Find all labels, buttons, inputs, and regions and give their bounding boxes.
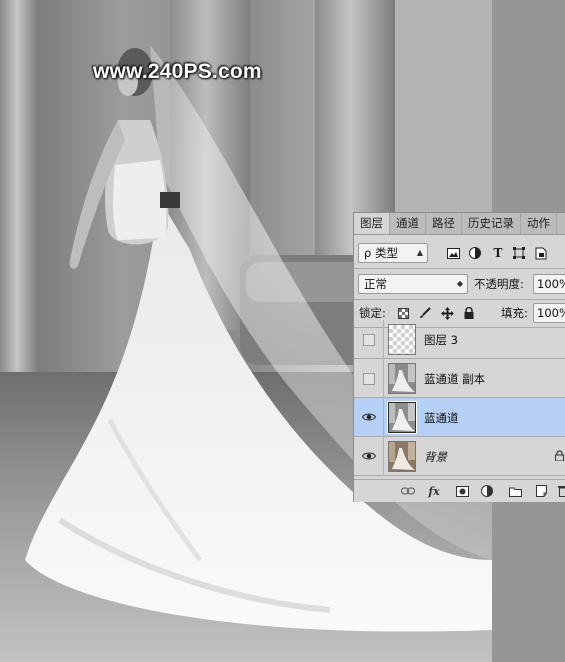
- layers-bottom-bar: fx: [354, 479, 565, 502]
- tab-channels[interactable]: 通道: [390, 213, 426, 234]
- layer-thumbnail: [387, 401, 417, 434]
- divider: [354, 268, 565, 269]
- visibility-toggle[interactable]: [354, 398, 384, 437]
- fill-label: 填充:: [501, 306, 528, 320]
- layer-row-blue-channel[interactable]: 蓝通道: [354, 398, 565, 437]
- lock-transparent-icon[interactable]: [396, 306, 410, 320]
- layer-thumbnail: [388, 363, 416, 394]
- layer-row-layer-3[interactable]: 图层 3: [354, 320, 565, 359]
- layer-filter-select[interactable]: ρ 类型 ▲: [358, 243, 428, 263]
- layer-thumbnail: [388, 324, 416, 355]
- link-layers-icon[interactable]: [401, 484, 415, 498]
- delete-layer-icon[interactable]: [556, 484, 565, 498]
- visibility-toggle[interactable]: [354, 437, 384, 476]
- lock-label: 锁定:: [359, 306, 386, 320]
- new-layer-icon[interactable]: [534, 484, 548, 498]
- tab-paths[interactable]: 路径: [426, 213, 462, 234]
- layer-name: 蓝通道 副本: [424, 372, 486, 386]
- add-mask-icon[interactable]: [455, 484, 469, 498]
- opacity-label: 不透明度:: [474, 277, 524, 291]
- smart-object-filter-icon[interactable]: [534, 246, 548, 260]
- blend-mode-value: 正常: [364, 277, 387, 291]
- visibility-toggle[interactable]: [354, 359, 384, 398]
- lock-icon: [555, 450, 564, 461]
- adjustment-filter-icon[interactable]: [468, 246, 482, 260]
- visibility-toggle[interactable]: [354, 320, 384, 359]
- chevron-updown-icon: ▲: [416, 248, 423, 257]
- layer-row-background[interactable]: 背景: [354, 437, 565, 476]
- fx-icon[interactable]: fx: [427, 484, 441, 498]
- layers-panel: 图层 通道 路径 历史记录 动作 ρ 类型 ▲ T 正常 ◆ 不透明度: 100…: [353, 212, 565, 502]
- lock-paint-icon[interactable]: [418, 306, 432, 320]
- chevron-updown-icon: ◆: [456, 279, 463, 288]
- eye-icon: [362, 413, 376, 421]
- layer-row-blue-channel-copy[interactable]: 蓝通道 副本: [354, 359, 565, 398]
- new-group-icon[interactable]: [508, 484, 522, 498]
- lock-move-icon[interactable]: [440, 306, 454, 320]
- visibility-off-box: [363, 334, 375, 346]
- tab-history[interactable]: 历史记录: [462, 213, 521, 234]
- layer-name: 背景: [424, 450, 447, 464]
- layer-thumbnail: [388, 441, 416, 472]
- tab-actions[interactable]: 动作: [521, 213, 557, 234]
- filter-label: ρ 类型: [364, 246, 398, 260]
- tab-layers[interactable]: 图层: [354, 213, 390, 234]
- new-adjustment-icon[interactable]: [480, 484, 494, 498]
- eye-icon: [362, 452, 376, 460]
- watermark-text: www.240PS.com: [93, 60, 262, 83]
- type-filter-icon[interactable]: T: [491, 246, 505, 260]
- divider: [354, 299, 565, 300]
- panel-tabs: 图层 通道 路径 历史记录 动作: [354, 213, 565, 235]
- photoshop-workspace: www.240PS.com 图层 通道 路径 历史记录 动作 ρ 类型 ▲ T: [0, 0, 565, 662]
- layer-name: 图层 3: [424, 333, 458, 347]
- blend-mode-select[interactable]: 正常 ◆: [358, 274, 468, 294]
- image-filter-icon[interactable]: [446, 246, 460, 260]
- layer-name: 蓝通道: [424, 411, 459, 425]
- lock-all-icon[interactable]: [462, 306, 476, 320]
- opacity-input[interactable]: 100%: [533, 274, 565, 294]
- shape-filter-icon[interactable]: [512, 246, 526, 260]
- visibility-off-box: [363, 373, 375, 385]
